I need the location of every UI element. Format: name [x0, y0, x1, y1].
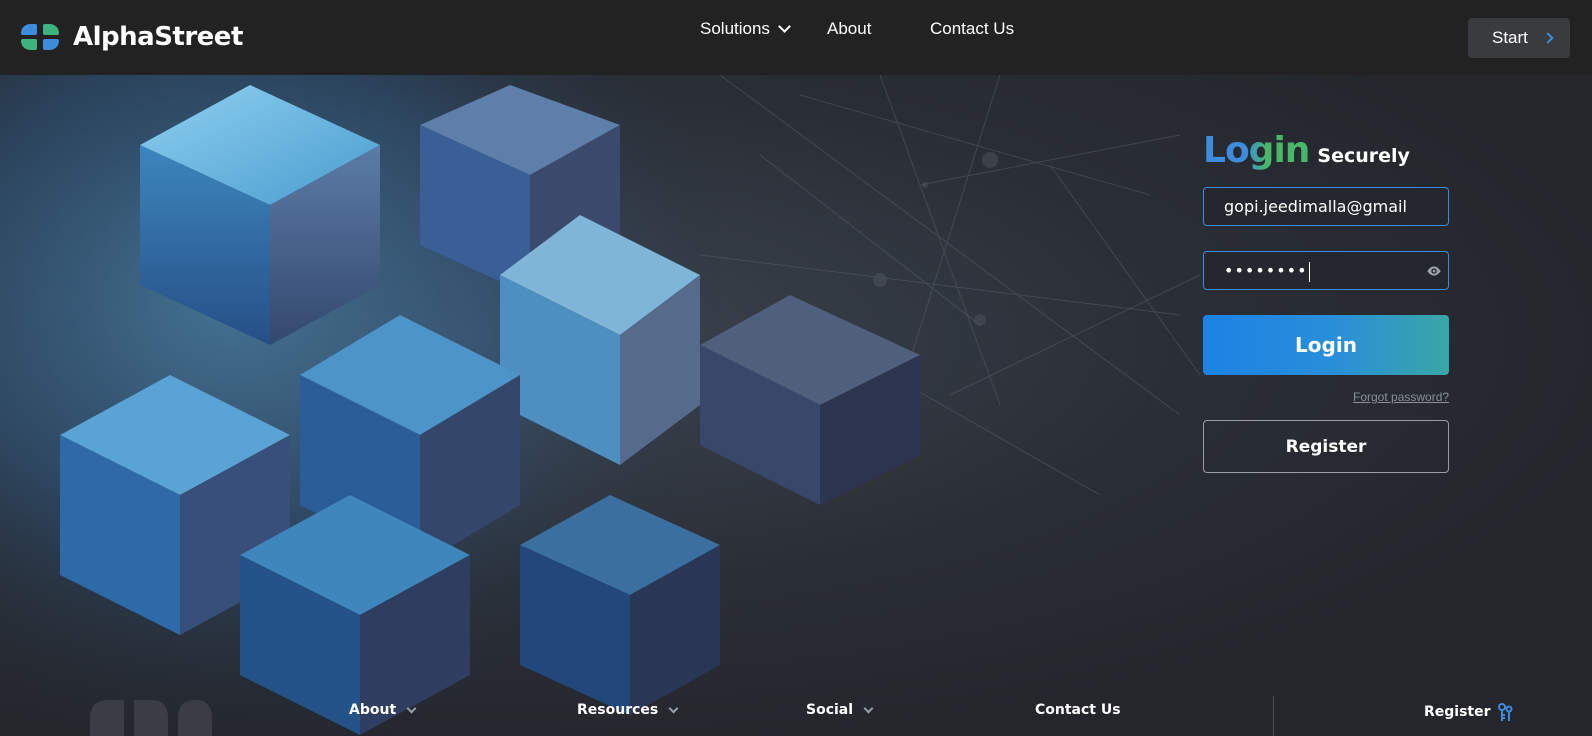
footer-logo-icon — [90, 700, 212, 736]
eye-icon[interactable] — [1426, 263, 1442, 279]
start-button[interactable]: Start — [1468, 18, 1570, 58]
email-field[interactable] — [1203, 187, 1449, 226]
network-lines-decoration — [0, 75, 1201, 735]
footer-about[interactable]: About — [349, 702, 417, 718]
footer-social[interactable]: Social — [806, 702, 874, 718]
footer-bar: About Resources Social Contact Us Regist… — [0, 690, 1592, 736]
logo-icon — [21, 24, 59, 50]
chevron-down-icon — [778, 20, 791, 33]
top-header: AlphaStreet Solutions About Contact Us S… — [0, 0, 1592, 75]
nav-about[interactable]: About — [827, 19, 871, 39]
nav-solutions-label: Solutions — [700, 19, 770, 38]
footer-divider — [1273, 696, 1274, 736]
register-icon — [1497, 703, 1513, 721]
footer-register-label: Register — [1424, 704, 1491, 720]
login-heading: Login Securely — [1203, 130, 1410, 171]
register-button[interactable]: Register — [1203, 420, 1449, 473]
footer-register[interactable]: Register — [1424, 702, 1513, 722]
password-field[interactable]: •••••••• — [1203, 251, 1449, 290]
email-input[interactable] — [1204, 188, 1448, 225]
chevron-right-icon — [1542, 32, 1554, 44]
brand-logo[interactable]: AlphaStreet — [21, 22, 243, 52]
password-input[interactable]: •••••••• — [1224, 261, 1310, 282]
chevron-down-icon — [668, 703, 679, 713]
footer-about-label: About — [349, 702, 397, 718]
nav-contact-us[interactable]: Contact Us — [930, 19, 1014, 39]
footer-resources-label: Resources — [577, 702, 659, 718]
forgot-password-link[interactable]: Forgot password? — [1353, 390, 1449, 404]
footer-social-label: Social — [806, 702, 854, 718]
nav-solutions[interactable]: Solutions — [700, 19, 791, 39]
login-button[interactable]: Login — [1203, 315, 1449, 375]
login-heading-sub: Securely — [1317, 145, 1410, 167]
footer-resources[interactable]: Resources — [577, 702, 679, 718]
footer-contact-us[interactable]: Contact Us — [1035, 702, 1121, 718]
password-mask: •••••••• — [1224, 261, 1308, 280]
chevron-down-icon — [406, 703, 417, 713]
chevron-down-icon — [863, 703, 874, 713]
start-button-label: Start — [1492, 28, 1528, 47]
brand-name: AlphaStreet — [73, 22, 243, 52]
login-heading-main: Login — [1203, 130, 1310, 171]
hero-background — [0, 75, 1592, 736]
